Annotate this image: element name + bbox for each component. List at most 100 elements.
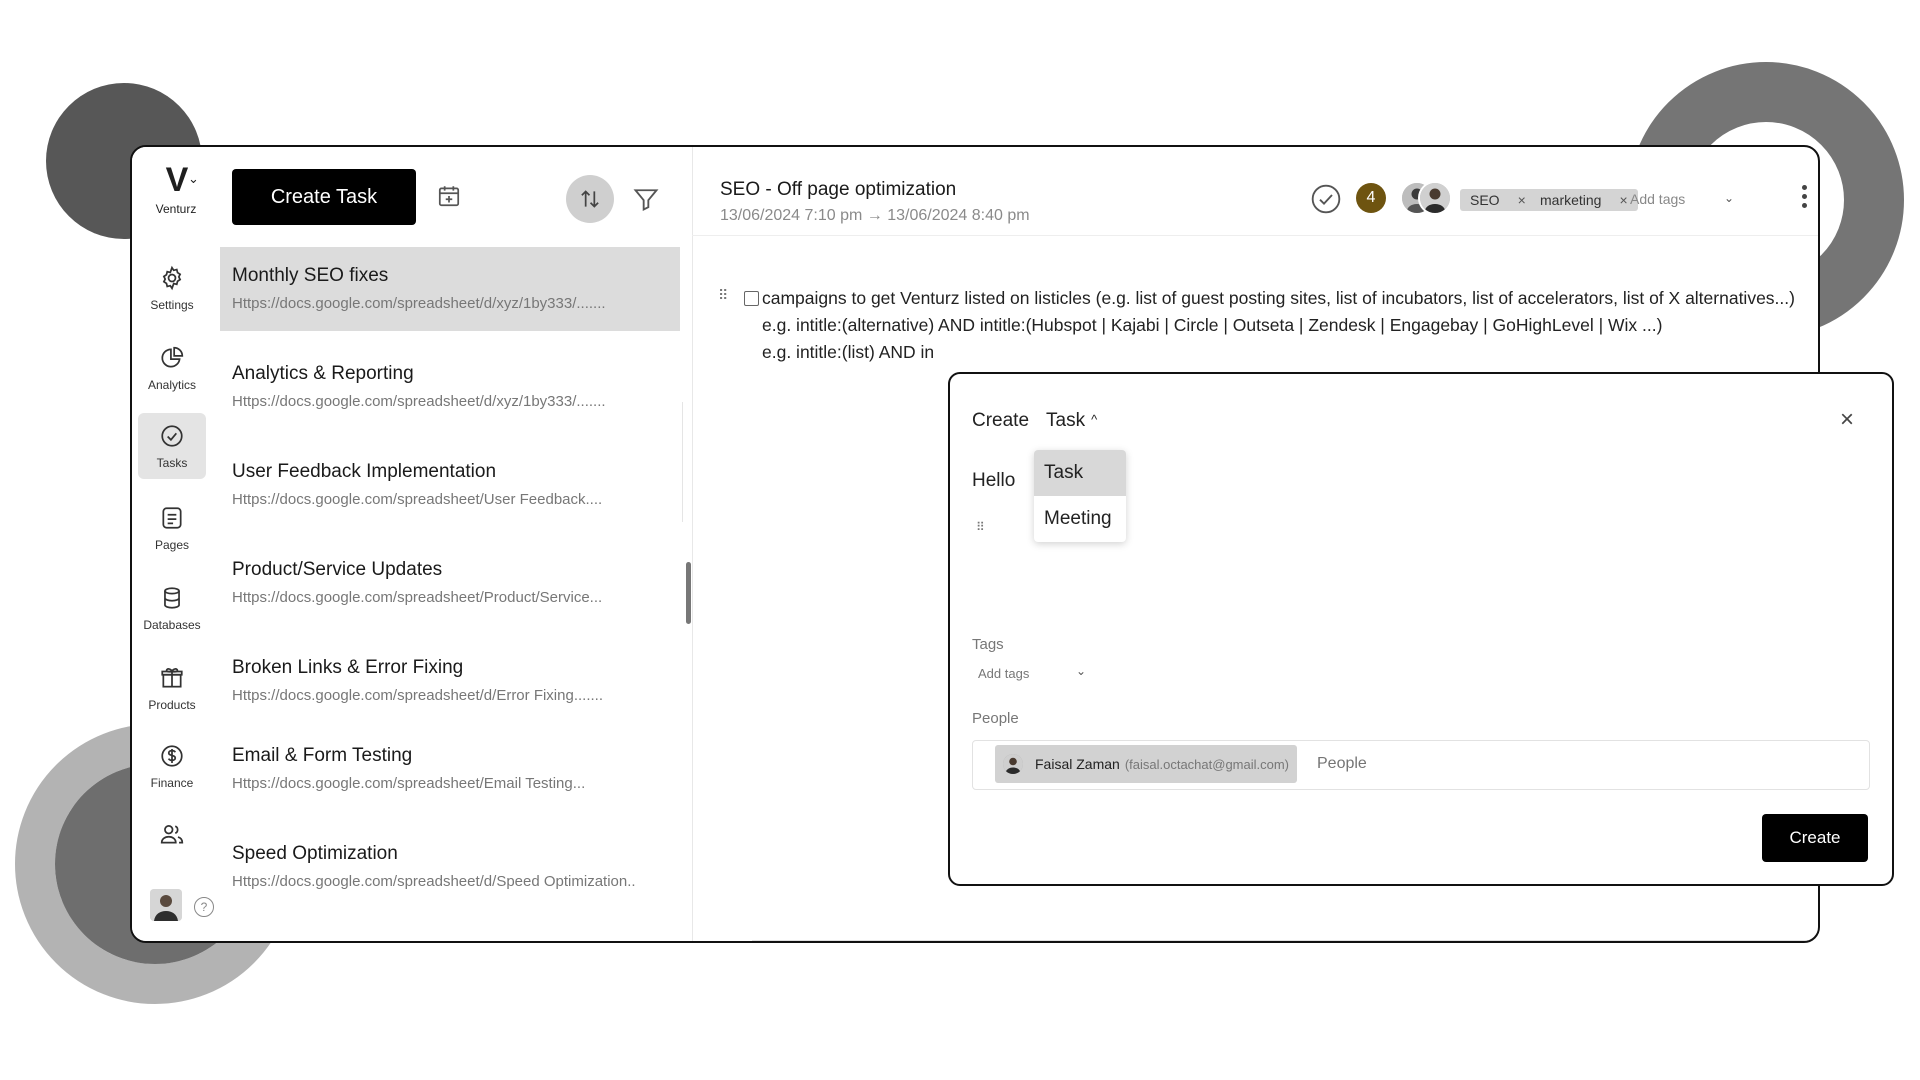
task-item[interactable]: Speed Optimization Https://docs.google.c… xyxy=(220,825,680,909)
add-tags-dropdown[interactable]: Add tags xyxy=(1630,191,1685,207)
task-item[interactable]: User Feedback Implementation Https://doc… xyxy=(220,443,680,527)
filter-icon[interactable] xyxy=(632,185,660,213)
gear-icon xyxy=(162,265,182,291)
chevron-down-icon[interactable]: ⌄ xyxy=(1076,664,1086,678)
nav-label: Tasks xyxy=(156,456,188,470)
brand-logo: V xyxy=(165,161,189,199)
task-url: Https://docs.google.com/spreadsheet/d/xy… xyxy=(232,295,606,312)
gift-icon xyxy=(161,668,183,688)
task-item[interactable]: Product/Service Updates Https://docs.goo… xyxy=(220,541,680,625)
tag-chip[interactable]: SEO × xyxy=(1460,189,1536,211)
nav-label: Finance xyxy=(150,776,194,790)
scrollbar-track xyxy=(682,402,683,522)
count-badge[interactable]: 4 xyxy=(1356,183,1386,213)
scrollbar-thumb[interactable] xyxy=(686,562,691,624)
close-icon[interactable]: × xyxy=(1840,408,1854,432)
task-item[interactable]: Broken Links & Error Fixing Https://docs… xyxy=(220,639,680,723)
nav-users[interactable] xyxy=(138,811,206,877)
task-url: Https://docs.google.com/spreadsheet/Prod… xyxy=(232,589,603,606)
tag-label: marketing xyxy=(1540,192,1602,208)
person-email: (faisal.octachat@gmail.com) xyxy=(1124,756,1290,772)
modal-body-input[interactable]: Hello xyxy=(972,470,1015,492)
task-url: Https://docs.google.com/spreadsheet/d/xy… xyxy=(232,393,606,410)
person-chip[interactable]: Faisal Zaman (faisal.octachat@gmail.com) xyxy=(995,745,1298,783)
nav-products[interactable]: Products xyxy=(138,655,206,721)
person-avatar-icon xyxy=(150,889,182,921)
todo-checkbox[interactable] xyxy=(744,291,759,306)
chevron-down-icon[interactable]: ⌄ xyxy=(1724,191,1734,205)
task-title: Analytics & Reporting xyxy=(232,363,414,384)
person-avatar-icon xyxy=(1420,183,1450,213)
tag-label: SEO xyxy=(1470,192,1500,208)
document-icon xyxy=(162,507,182,529)
avatar xyxy=(1418,181,1452,215)
description-line: e.g. intitle:(list) AND in xyxy=(762,342,935,362)
create-modal: Create Task ^ × Hello ⠿ Task Meeting Tags… xyxy=(948,372,1894,886)
modal-title: Create xyxy=(972,410,1030,431)
check-circle-icon xyxy=(161,425,183,447)
drag-handle-icon[interactable]: ⠿ xyxy=(976,520,985,534)
users-icon xyxy=(160,825,184,844)
nav-tasks[interactable]: Tasks xyxy=(138,413,206,479)
people-input[interactable] xyxy=(1315,754,1619,774)
assignee-avatars[interactable] xyxy=(1400,181,1452,215)
more-menu-icon[interactable] xyxy=(1802,185,1808,212)
pie-chart-icon xyxy=(161,346,184,368)
type-dropdown-menu: Task Meeting xyxy=(1034,450,1126,542)
description-line: e.g. intitle:(alternative) AND intitle:(… xyxy=(762,315,1663,335)
create-button[interactable]: Create xyxy=(1762,814,1868,862)
nav-rail: V ⌄ Venturz Settings Analytics Tasks Pag… xyxy=(132,147,221,941)
detail-date-range[interactable]: 13/06/2024 7:10 pm → 13/06/2024 8:40 pm xyxy=(720,207,1030,225)
task-item[interactable]: Monthly SEO fixes Https://docs.google.co… xyxy=(220,247,680,331)
add-tags-dropdown[interactable]: Add tags xyxy=(978,666,1029,681)
chevron-up-icon: ^ xyxy=(1091,412,1098,427)
close-icon[interactable]: × xyxy=(1619,192,1627,208)
avatar xyxy=(1003,754,1023,774)
people-field[interactable]: Faisal Zaman (faisal.octachat@gmail.com) xyxy=(972,740,1870,790)
nav-databases[interactable]: Databases xyxy=(138,575,206,641)
people-label: People xyxy=(972,710,1019,727)
detail-header: SEO - Off page optimization 13/06/2024 7… xyxy=(692,147,1818,236)
nav-label: Settings xyxy=(150,298,194,312)
nav-finance[interactable]: Finance xyxy=(138,733,206,799)
detail-title[interactable]: SEO - Off page optimization xyxy=(720,179,956,201)
task-title: Email & Form Testing xyxy=(232,745,413,766)
task-url: Https://docs.google.com/spreadsheet/Emai… xyxy=(232,775,586,792)
task-title: User Feedback Implementation xyxy=(232,461,497,482)
nav-pages[interactable]: Pages xyxy=(138,495,206,561)
close-icon[interactable]: × xyxy=(1518,192,1526,208)
database-icon xyxy=(164,587,180,609)
sort-arrows-icon xyxy=(581,190,599,208)
calendar-add-icon[interactable] xyxy=(436,183,462,209)
task-title: Monthly SEO fixes xyxy=(232,265,389,286)
tags-label: Tags xyxy=(972,636,1004,653)
task-url: Https://docs.google.com/spreadsheet/d/Er… xyxy=(232,687,604,704)
drag-handle-icon[interactable]: ⠿ xyxy=(718,287,728,304)
brand-switcher[interactable]: V ⌄ Venturz xyxy=(132,161,220,216)
complete-check-icon[interactable] xyxy=(1310,183,1342,215)
task-list-panel: Create Task Monthly SEO fixes Https://do… xyxy=(220,147,693,941)
type-option-meeting[interactable]: Meeting xyxy=(1034,496,1126,542)
task-url: Https://docs.google.com/spreadsheet/d/Sp… xyxy=(232,873,636,890)
nav-analytics[interactable]: Analytics xyxy=(138,335,206,401)
type-option-task[interactable]: Task xyxy=(1034,450,1126,496)
nav-settings[interactable]: Settings xyxy=(138,255,206,321)
task-url: Https://docs.google.com/spreadsheet/User… xyxy=(232,491,603,508)
tag-chip[interactable]: marketing × xyxy=(1530,189,1638,211)
nav-label: Databases xyxy=(143,618,201,632)
task-description[interactable]: campaigns to get Venturz listed on listi… xyxy=(762,285,1802,366)
type-selector[interactable]: Task ^ xyxy=(1046,410,1097,432)
task-title: Product/Service Updates xyxy=(232,559,443,580)
task-item[interactable]: Email & Form Testing Https://docs.google… xyxy=(220,727,680,811)
user-avatar[interactable] xyxy=(150,889,182,921)
sort-button[interactable] xyxy=(566,175,614,223)
divider xyxy=(752,940,1818,941)
type-value: Task xyxy=(1046,410,1086,431)
chevron-down-icon: ⌄ xyxy=(188,171,199,186)
nav-label: Products xyxy=(148,698,196,712)
task-item[interactable]: Analytics & Reporting Https://docs.googl… xyxy=(220,345,680,429)
help-icon[interactable]: ? xyxy=(194,897,214,917)
nav-label: Pages xyxy=(154,538,190,552)
dollar-icon xyxy=(161,745,183,767)
create-task-button[interactable]: Create Task xyxy=(232,169,416,225)
